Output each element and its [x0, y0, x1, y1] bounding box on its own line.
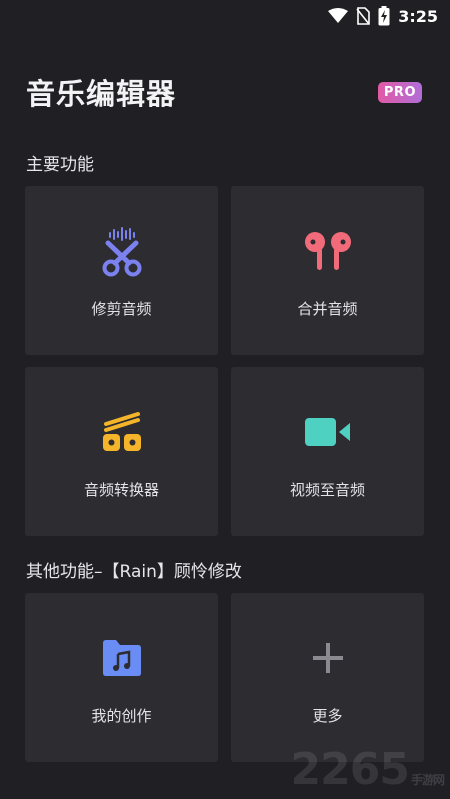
merge-audio-tile[interactable]: 合并音频	[231, 186, 424, 355]
merge-audio-label: 合并音频	[297, 300, 358, 318]
main-section-title: 主要功能	[26, 155, 94, 175]
video-to-audio-tile[interactable]: 视频至音频	[231, 367, 424, 536]
other-feature-grid: 我的创作 更多	[25, 593, 424, 762]
video-to-audio-label: 视频至音频	[289, 481, 365, 499]
more-label: 更多	[312, 707, 343, 725]
other-section-title: 其他功能–【Rain】顾怜修改	[26, 562, 242, 582]
battery-charging-icon	[378, 6, 390, 26]
status-bar: 3:25	[0, 0, 450, 32]
my-creations-tile[interactable]: 我的创作	[25, 593, 218, 762]
scissors-waveform-icon	[95, 224, 149, 278]
more-tile[interactable]: 更多	[231, 593, 424, 762]
no-sim-icon	[356, 7, 371, 25]
audio-converter-tile[interactable]: 音频转换器	[25, 367, 218, 536]
plus-icon	[301, 631, 355, 685]
audio-converter-label: 音频转换器	[83, 481, 159, 499]
pro-badge[interactable]: PRO	[377, 81, 422, 103]
clock-time: 3:25	[398, 6, 438, 26]
app-title: 音乐编辑器	[26, 77, 177, 111]
video-camera-icon	[301, 405, 355, 459]
main-feature-grid: 修剪音频 合并音频 音频转换器 视频至音频	[25, 186, 424, 536]
trim-audio-label: 修剪音频	[91, 300, 152, 318]
trim-audio-tile[interactable]: 修剪音频	[25, 186, 218, 355]
site-watermark: 2265 手游网	[290, 744, 445, 795]
converter-rolls-icon	[95, 405, 149, 459]
earbuds-icon	[301, 224, 355, 278]
watermark-number: 2265	[290, 744, 410, 795]
music-folder-icon	[95, 631, 149, 685]
wifi-icon	[328, 8, 349, 24]
watermark-sub: 手游网	[410, 773, 445, 787]
my-creations-label: 我的创作	[91, 707, 152, 725]
app-header: 音乐编辑器 PRO	[26, 72, 422, 112]
